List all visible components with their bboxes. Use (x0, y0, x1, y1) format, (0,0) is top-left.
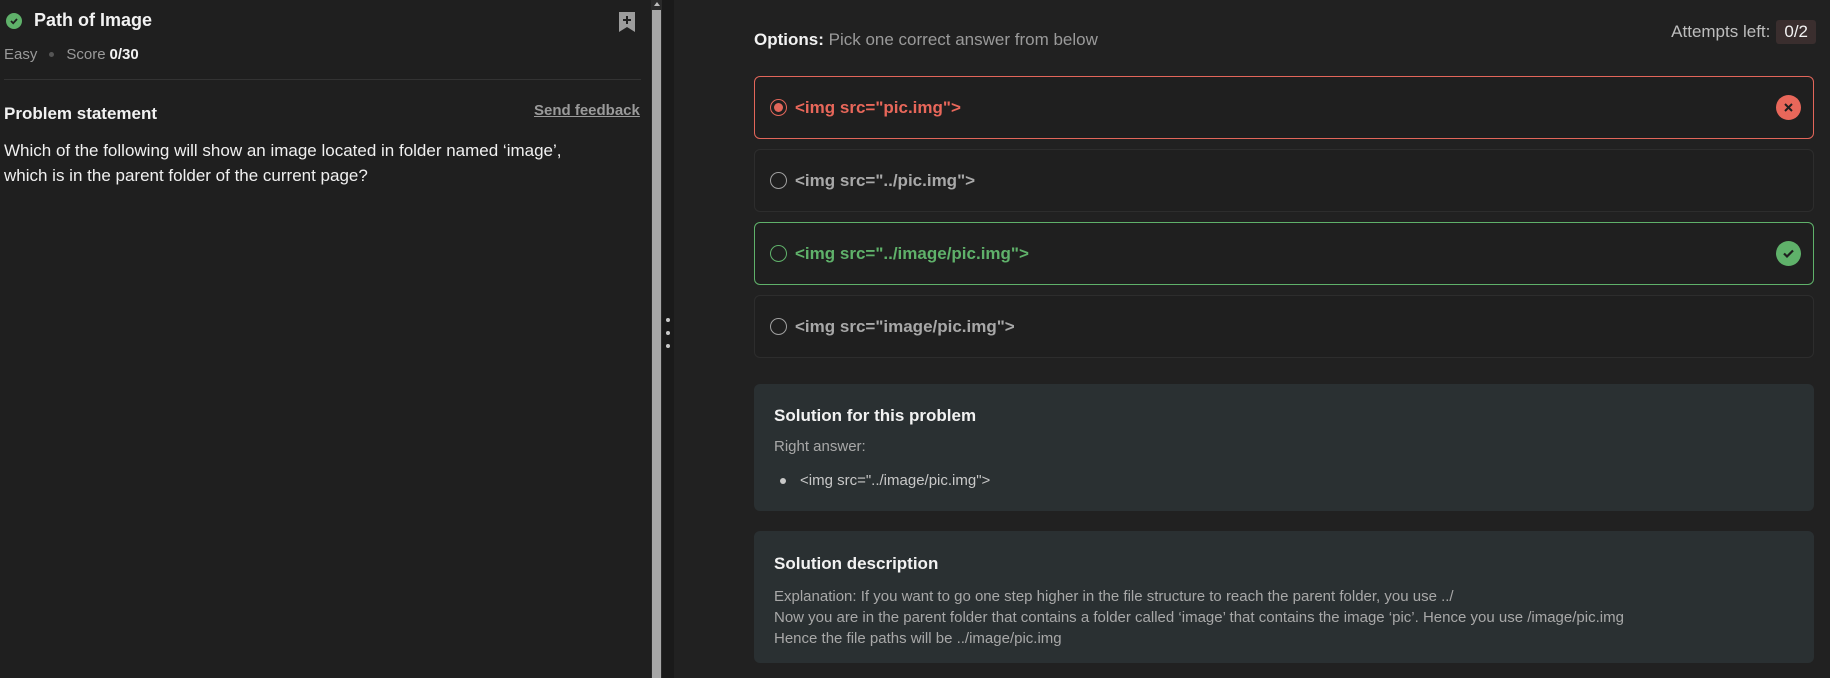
options-label-bold: Options: (754, 30, 824, 49)
attempts-left: Attempts left: 0/2 (1671, 20, 1816, 44)
bookmark-add-icon[interactable] (617, 11, 637, 33)
attempts-value: 0/2 (1776, 20, 1816, 44)
option-1[interactable]: <img src="pic.img"> (754, 76, 1814, 139)
options-label: Options: Pick one correct answer from be… (754, 30, 1098, 50)
problem-statement-text: Which of the following will show an imag… (4, 138, 644, 188)
solved-check-icon (6, 12, 22, 29)
problem-title: Path of Image (34, 10, 153, 30)
send-feedback-link[interactable]: Send feedback (534, 102, 640, 119)
right-answer-text: <img src="../image/pic.img"> (800, 472, 991, 489)
meta-separator (49, 52, 55, 57)
left-panel-scrollbar[interactable] (651, 0, 662, 678)
right-answer-item: <img src="../image/pic.img"> (780, 472, 990, 489)
option-2[interactable]: <img src="../pic.img"> (754, 149, 1814, 212)
right-answer-label: Right answer: (774, 438, 866, 455)
option-text: <img src="../image/pic.img"> (795, 243, 1029, 263)
answer-panel: Options: Pick one correct answer from be… (674, 0, 1830, 678)
radio-button-selected[interactable] (770, 99, 787, 116)
description-heading: Solution description (774, 554, 939, 573)
problem-statement-heading: Problem statement (4, 104, 158, 123)
solution-card: Solution for this problem Right answer: … (754, 384, 1814, 511)
option-text: <img src="../pic.img"> (795, 170, 976, 190)
options-label-hint: Pick one correct answer from below (823, 30, 1098, 49)
problem-meta: Easy Score 0/30 (4, 46, 139, 63)
scroll-up-arrow-icon[interactable] (654, 2, 660, 6)
statement-line-1: Which of the following will show an imag… (4, 141, 562, 160)
option-4[interactable]: <img src="image/pic.img"> (754, 295, 1814, 358)
bullet-icon (780, 477, 786, 484)
wrong-x-icon (1776, 95, 1801, 120)
option-3[interactable]: <img src="../image/pic.img"> (754, 222, 1814, 285)
correct-check-icon (1776, 241, 1801, 266)
solution-description-card: Solution description Explanation: If you… (754, 531, 1814, 663)
score-value: 0/30 (109, 46, 139, 63)
radio-button[interactable] (770, 245, 787, 262)
solution-heading: Solution for this problem (774, 406, 977, 425)
attempts-label: Attempts left: (1671, 22, 1771, 41)
statement-line-2: which is in the parent folder of the cur… (4, 166, 368, 185)
app-root: Path of Image Easy Score 0/30 Problem st… (0, 0, 1830, 678)
option-text: <img src="image/pic.img"> (795, 316, 1015, 336)
option-text: <img src="pic.img"> (795, 97, 961, 117)
description-line-2: Now you are in the parent folder that co… (774, 609, 1624, 626)
problem-panel: Path of Image Easy Score 0/30 Problem st… (0, 0, 651, 678)
description-text: Explanation: If you want to go one step … (774, 586, 1794, 649)
divider (4, 79, 641, 80)
scrollbar-thumb[interactable] (652, 10, 661, 678)
description-line-1: Explanation: If you want to go one step … (774, 588, 1454, 605)
radio-button[interactable] (770, 172, 787, 189)
difficulty-label: Easy (4, 46, 38, 63)
radio-button[interactable] (770, 318, 787, 335)
score-label: Score (66, 46, 106, 63)
problem-title-row: Path of Image (6, 10, 152, 31)
description-line-3: Hence the file paths will be ../image/pi… (774, 630, 1062, 647)
splitter-grip-icon[interactable] (666, 318, 670, 357)
